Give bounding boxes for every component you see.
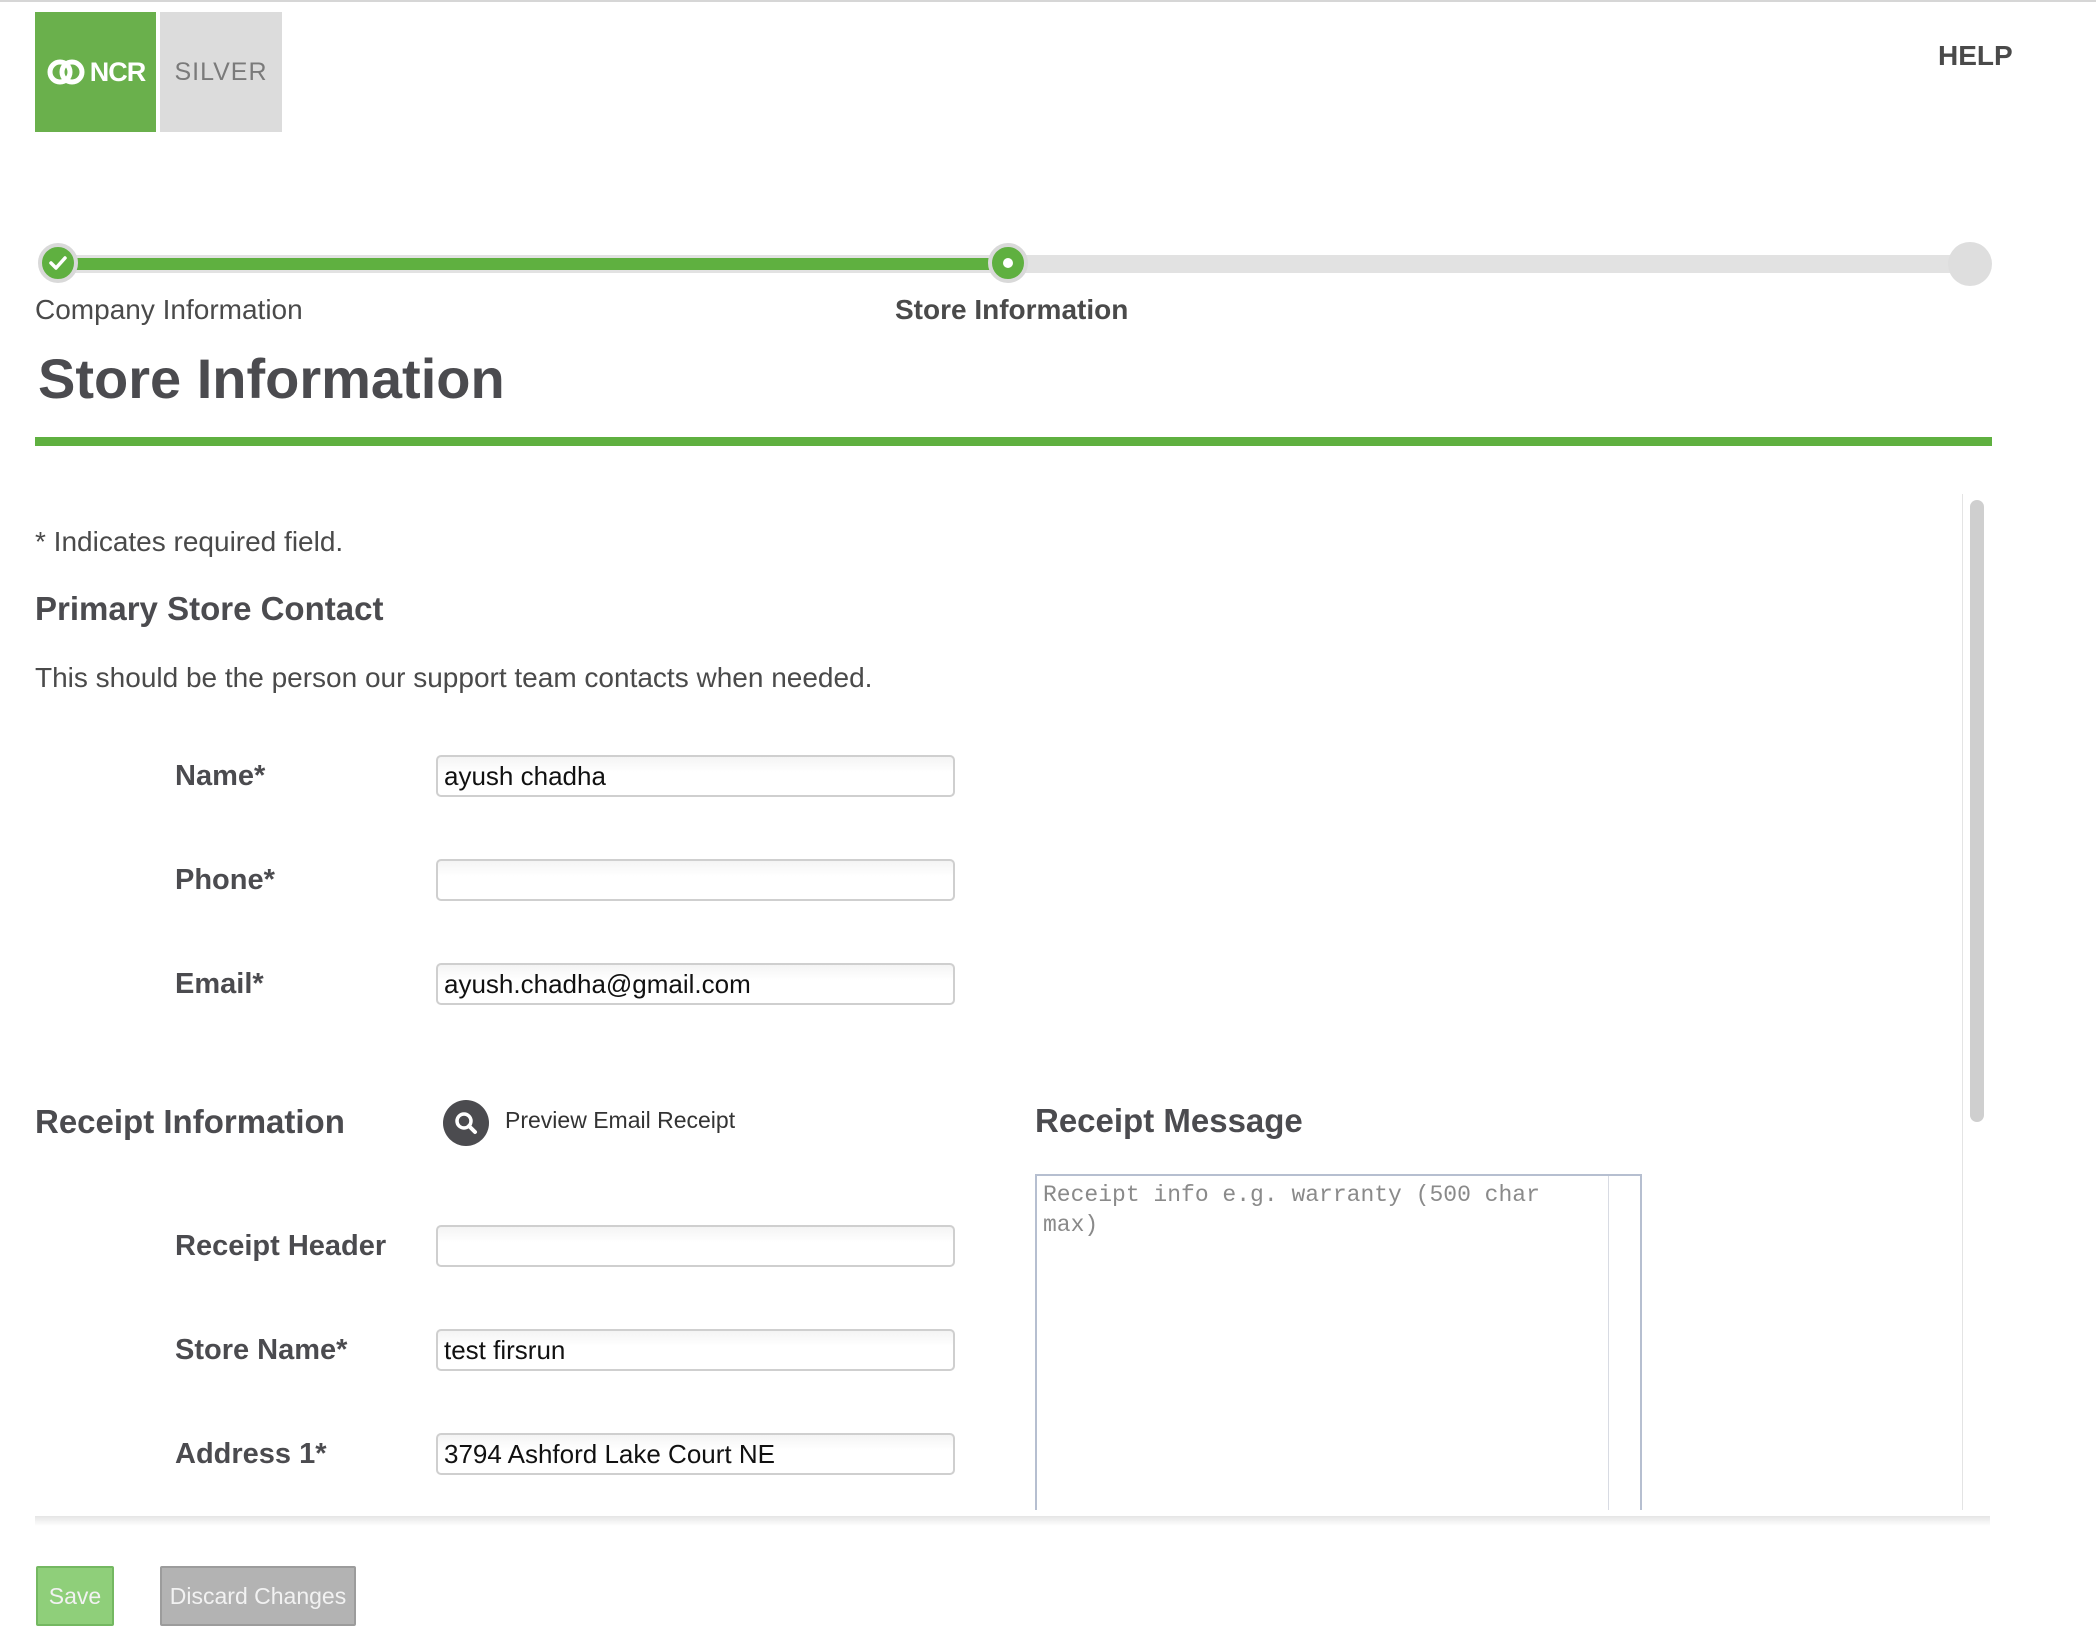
step-label-company: Company Information — [35, 294, 303, 325]
step-complete-marker — [38, 243, 78, 283]
page-title: Store Information — [38, 347, 505, 410]
preview-receipt-button[interactable] — [443, 1100, 489, 1146]
primary-contact-heading: Primary Store Contact — [35, 590, 384, 627]
current-dot-icon — [1003, 258, 1013, 268]
address1-input[interactable] — [436, 1433, 955, 1475]
receipt-message-textarea[interactable] — [1035, 1174, 1642, 1510]
help-link[interactable]: HELP — [1938, 40, 2013, 72]
store-name-input[interactable] — [436, 1329, 955, 1371]
store-name-label: Store Name* — [175, 1334, 348, 1366]
step-label-store: Store Information — [895, 294, 1129, 325]
email-input[interactable] — [436, 963, 955, 1005]
step-upcoming-marker — [1948, 242, 1992, 286]
preview-receipt-link[interactable]: Preview Email Receipt — [505, 1107, 735, 1134]
phone-label: Phone* — [175, 864, 275, 896]
silver-logo: SILVER — [160, 12, 282, 132]
save-button[interactable]: Save — [36, 1566, 114, 1626]
required-note: * Indicates required field. — [35, 526, 344, 557]
receipt-header-input[interactable] — [436, 1225, 955, 1267]
progress-fill — [48, 258, 1010, 270]
ncr-rings-icon — [47, 59, 85, 85]
phone-input[interactable] — [436, 859, 955, 901]
name-label: Name* — [175, 760, 266, 792]
name-input[interactable] — [436, 755, 955, 797]
logo-product-text: SILVER — [174, 57, 268, 86]
page-scrollbar-thumb[interactable] — [1970, 500, 1984, 1122]
logo-brand-text: NCR — [89, 56, 146, 87]
receipt-message-heading: Receipt Message — [1035, 1102, 1303, 1139]
discard-changes-button[interactable]: Discard Changes — [160, 1566, 356, 1626]
step-current-marker — [988, 243, 1028, 283]
primary-contact-description: This should be the person our support te… — [35, 662, 873, 693]
receipt-info-heading: Receipt Information — [35, 1103, 345, 1140]
form-content[interactable]: * Indicates required field. Primary Stor… — [0, 490, 1960, 1510]
ncr-logo: NCR — [35, 12, 156, 132]
top-border — [0, 0, 2096, 2]
receipt-message-scrollbar[interactable] — [1608, 1176, 1609, 1510]
address1-label: Address 1* — [175, 1438, 327, 1470]
checkmark-icon — [49, 256, 67, 270]
title-divider — [35, 437, 1992, 446]
magnifier-icon — [455, 1112, 477, 1134]
footer-divider — [35, 1516, 1990, 1526]
email-label: Email* — [175, 968, 264, 1000]
receipt-header-label: Receipt Header — [175, 1230, 387, 1262]
